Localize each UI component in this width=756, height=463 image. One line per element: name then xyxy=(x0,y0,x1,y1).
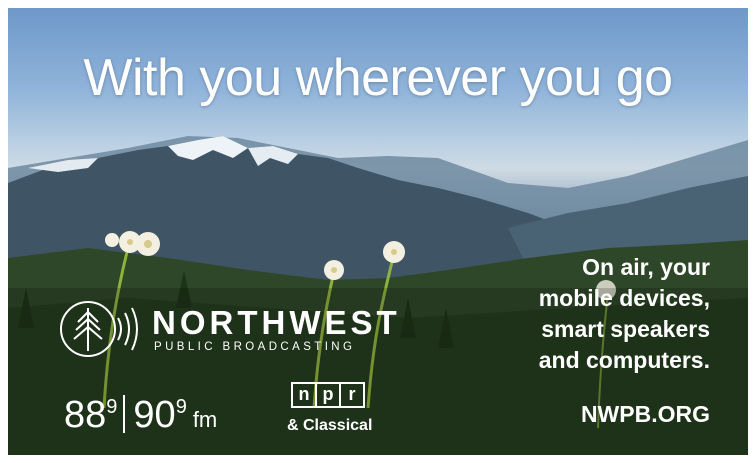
brand-name: NORTHWEST xyxy=(152,304,401,341)
platforms-text: On air, your mobile devices, smart speak… xyxy=(450,252,710,376)
tree-signal-icon xyxy=(60,301,138,357)
npr-letter-r: r xyxy=(339,382,365,408)
platforms-line: and computers. xyxy=(538,347,710,373)
npr-logo: n p r xyxy=(291,382,365,408)
frequency-unit: fm xyxy=(192,407,218,432)
ad-banner: With you wherever you go NORTHWEST PUBLI… xyxy=(8,8,748,455)
platforms-line: On air, your xyxy=(582,254,710,280)
npr-letter-n: n xyxy=(291,382,317,408)
platforms-line: mobile devices, xyxy=(538,285,710,311)
frequency-90: 90 xyxy=(133,394,176,436)
frequency-divider xyxy=(123,394,126,433)
frequency-90-decimal: 9 xyxy=(175,396,187,418)
frequency-88-decimal: 9 xyxy=(106,396,118,418)
platforms-line: smart speakers xyxy=(541,316,710,342)
npr-classical-label: & Classical xyxy=(287,417,373,434)
frequency-88: 88 xyxy=(64,394,107,436)
website-url: NWPB.ORG xyxy=(580,401,710,427)
frequencies: 889 909 fm xyxy=(64,394,217,437)
npr-letter-p: p xyxy=(315,382,341,408)
headline: With you wherever you go xyxy=(83,49,673,107)
brand-subtitle: PUBLIC BROADCASTING xyxy=(154,341,356,353)
